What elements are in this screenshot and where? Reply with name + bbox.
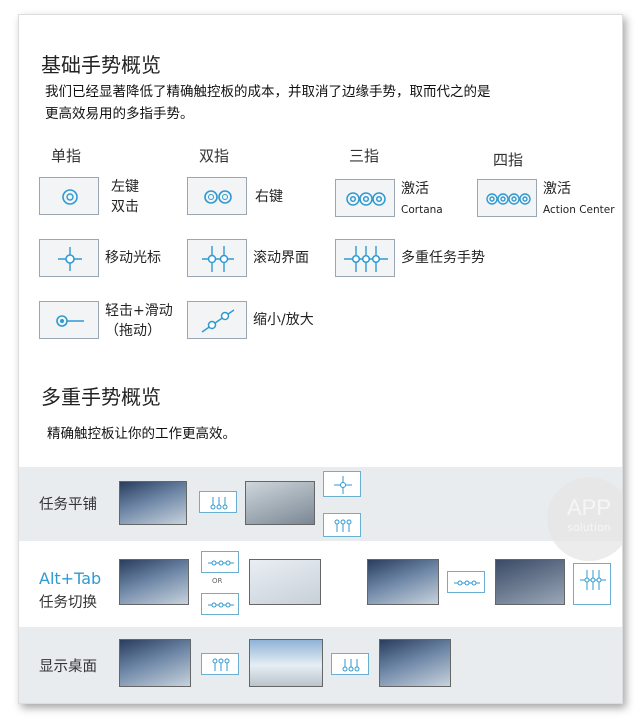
three-finger-activate-label: 激活 Cortana bbox=[401, 181, 443, 216]
band-task-view-title: 任务平铺 bbox=[39, 497, 97, 513]
three-finger-swipe-left-icon bbox=[201, 593, 239, 615]
one-finger-tap-slide-icon bbox=[39, 301, 99, 339]
three-finger-swipe-right-icon bbox=[201, 551, 239, 573]
one-finger-click-icon bbox=[39, 177, 99, 215]
column-one-finger: 单指 bbox=[51, 147, 82, 165]
basic-desc-line2: 更高效易用的多指手势。 bbox=[45, 106, 194, 122]
alt-tab-screenshot-desktop bbox=[119, 559, 189, 605]
column-four-finger: 四指 bbox=[493, 151, 524, 169]
three-finger-multitask-label: 多重任务手势 bbox=[401, 250, 485, 266]
or-label: OR bbox=[212, 577, 223, 585]
alt-tab-screenshot-switch-after bbox=[495, 559, 565, 605]
infographic: 基础手势概览 我们已经显著降低了精确触控板的成本，并取消了边缘手势，取而代之的是… bbox=[18, 14, 623, 704]
section-title-basic: 基础手势概览 bbox=[41, 53, 161, 77]
two-finger-scroll-label: 滚动界面 bbox=[253, 250, 309, 266]
three-finger-swipe-up-icon bbox=[199, 491, 237, 513]
one-finger-click-label: 左键 双击 bbox=[111, 179, 139, 215]
band-show-desktop: 显示桌面 bbox=[19, 627, 622, 703]
show-desktop-screenshot-desktop bbox=[249, 639, 323, 687]
task-view-screenshot-before bbox=[119, 481, 187, 525]
section-title-multi: 多重手势概览 bbox=[41, 385, 161, 409]
alt-tab-screenshot-switch-before bbox=[367, 559, 439, 605]
band-alt-tab-title: 任务切换 bbox=[39, 595, 97, 611]
two-finger-right-click-label: 右键 bbox=[255, 189, 283, 205]
band-task-view: 任务平铺 bbox=[19, 467, 622, 541]
two-finger-zoom-label: 缩小/放大 bbox=[253, 312, 314, 328]
four-finger-activate-label: 激活 Action Center bbox=[543, 181, 615, 216]
basic-desc-line1: 我们已经显著降低了精确触控板的成本，并取消了边缘手势，取而代之的是 bbox=[45, 84, 491, 100]
task-view-screenshot-after bbox=[245, 481, 315, 525]
two-finger-scroll-icon bbox=[187, 239, 247, 277]
multi-desc: 精确触控板让你的工作更高效。 bbox=[47, 426, 236, 442]
show-desktop-screenshot-before bbox=[119, 639, 191, 687]
three-finger-move-icon bbox=[323, 471, 361, 497]
column-three-finger: 三指 bbox=[349, 147, 380, 165]
column-two-finger: 双指 bbox=[199, 147, 230, 165]
four-finger-tap-icon bbox=[477, 179, 537, 217]
band-alt-tab: Alt+Tab 任务切换 OR bbox=[19, 545, 622, 633]
three-finger-release-icon bbox=[323, 513, 361, 537]
three-finger-drag-icon bbox=[573, 563, 611, 605]
band-alt-tab-title-en: Alt+Tab bbox=[39, 569, 102, 588]
one-finger-move-label: 移动光标 bbox=[105, 250, 161, 266]
alt-tab-screenshot-store bbox=[249, 559, 321, 605]
show-desktop-screenshot-after bbox=[379, 639, 451, 687]
three-finger-hold-icon bbox=[447, 571, 485, 593]
three-finger-tap-icon bbox=[335, 179, 395, 217]
band-show-desktop-title: 显示桌面 bbox=[39, 659, 97, 675]
three-finger-swipe-down-icon bbox=[201, 653, 239, 675]
three-finger-swipe-up-restore-icon bbox=[331, 653, 369, 675]
two-finger-tap-icon bbox=[187, 177, 247, 215]
two-finger-zoom-icon bbox=[187, 301, 247, 339]
three-finger-multitask-icon bbox=[335, 239, 395, 277]
app-solution-watermark: APP solution bbox=[547, 477, 622, 561]
one-finger-tap-slide-label: 轻击+滑动 （拖动） bbox=[105, 303, 173, 339]
one-finger-move-icon bbox=[39, 239, 99, 277]
